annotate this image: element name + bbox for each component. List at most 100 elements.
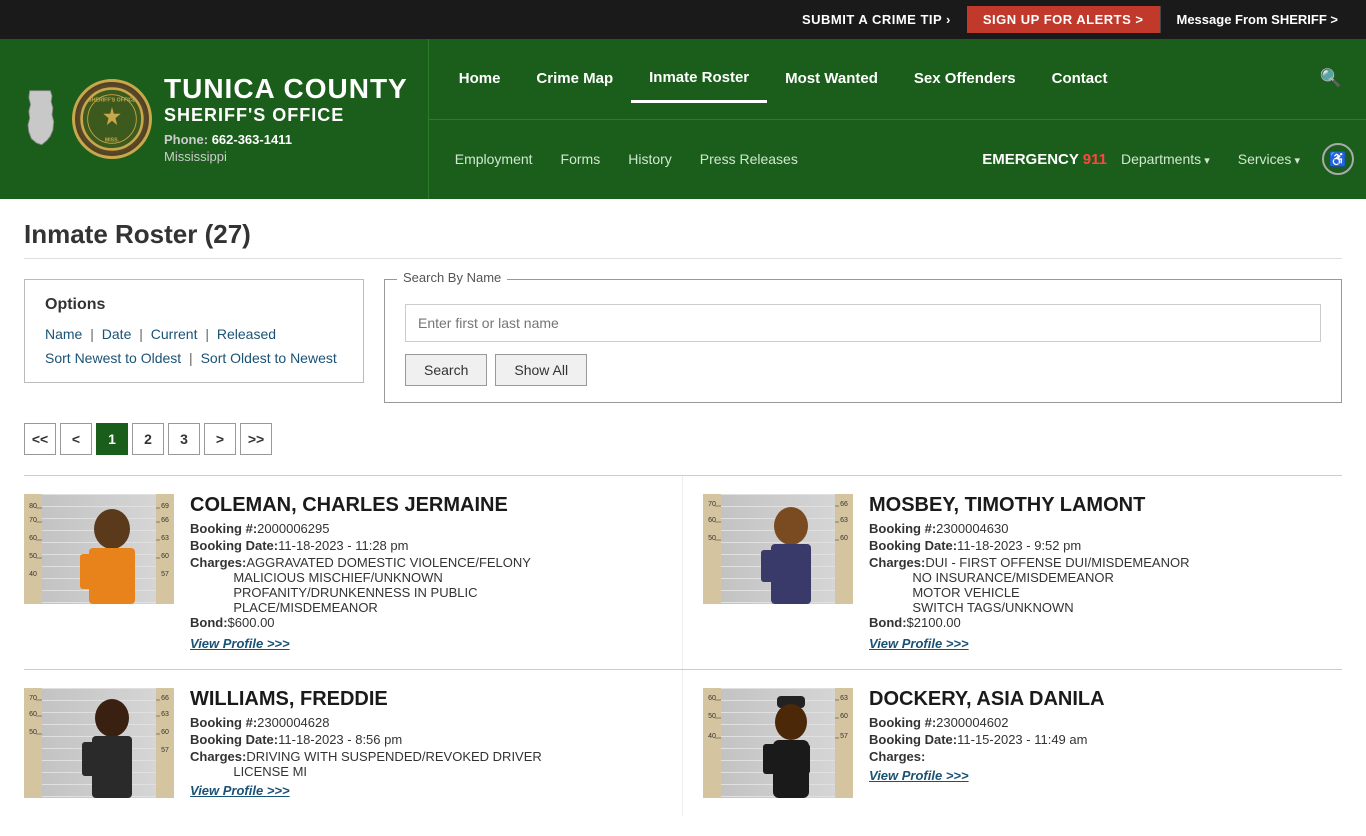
page-title: Inmate Roster (27) — [24, 219, 1342, 259]
inmate-name-mosbey: MOSBEY, TIMOTHY LAMONT — [869, 494, 1330, 517]
sheriff-message-link[interactable]: Message From SHERIFF > — [1160, 6, 1355, 33]
svg-text:40: 40 — [29, 571, 37, 578]
state-name: Mississippi — [164, 149, 408, 164]
view-profile-coleman[interactable]: View Profile >>> — [190, 636, 290, 651]
view-profile-dockery[interactable]: View Profile >>> — [869, 768, 969, 783]
department-seal: SHERIFF'S OFFICE MISS. — [72, 79, 152, 159]
inmate-entry-williams: 70 60 50 66 63 60 — [24, 670, 683, 816]
svg-text:66: 66 — [161, 517, 169, 524]
nav-home[interactable]: Home — [441, 56, 519, 101]
show-all-button[interactable]: Show All — [495, 354, 587, 386]
svg-text:60: 60 — [840, 535, 848, 542]
charges-coleman: Charges:AGGRAVATED DOMESTIC VIOLENCE/FEL… — [190, 555, 670, 615]
svg-text:63: 63 — [840, 695, 848, 702]
booking-num-coleman: Booking #:2000006295 — [190, 521, 670, 536]
svg-text:69: 69 — [161, 503, 169, 510]
booking-date-coleman: Booking Date:11-18-2023 - 11:28 pm — [190, 538, 670, 553]
search-button[interactable]: 🔍 — [1308, 60, 1354, 97]
search-legend: Search By Name — [397, 270, 507, 285]
svg-text:57: 57 — [161, 747, 169, 754]
page-first[interactable]: << — [24, 423, 56, 455]
svg-text:50: 50 — [708, 535, 716, 542]
search-box: Search By Name Search Show All — [384, 279, 1342, 403]
svg-text:80: 80 — [29, 503, 37, 510]
sign-up-alerts-link[interactable]: SIGN UP FOR ALERTS > — [967, 6, 1160, 33]
svg-text:60: 60 — [29, 535, 37, 542]
emergency-label: EMERGENCY 911 — [982, 151, 1107, 168]
nav-press-releases[interactable]: Press Releases — [686, 141, 812, 177]
org-name-line2: SHERIFF'S OFFICE — [164, 105, 408, 126]
svg-text:60: 60 — [708, 695, 716, 702]
sort-oldest[interactable]: Sort Oldest to Newest — [201, 350, 337, 366]
nav-contact[interactable]: Contact — [1034, 56, 1126, 101]
view-profile-mosbey[interactable]: View Profile >>> — [869, 636, 969, 651]
options-box: Options Name | Date | Current | Released… — [24, 279, 364, 383]
options-links: Name | Date | Current | Released — [45, 326, 343, 342]
filter-current[interactable]: Current — [151, 326, 198, 342]
inmate-info-williams: WILLIAMS, FREDDIE Booking #:2300004628 B… — [190, 688, 670, 798]
search-submit-button[interactable]: Search — [405, 354, 487, 386]
pagination: << < 1 2 3 > >> — [24, 423, 1342, 455]
inmate-info-dockery: DOCKERY, ASIA DANILA Booking #:230000460… — [869, 688, 1330, 798]
main-nav: Home Crime Map Inmate Roster Most Wanted… — [429, 39, 1366, 199]
svg-text:66: 66 — [161, 695, 169, 702]
filter-name[interactable]: Name — [45, 326, 82, 342]
primary-nav: Home Crime Map Inmate Roster Most Wanted… — [429, 39, 1366, 120]
submit-tip-prefix: SUBMIT A — [802, 12, 872, 27]
inmate-name-coleman: COLEMAN, CHARLES JERMAINE — [190, 494, 670, 517]
inmate-entry-coleman: 80 70 60 50 40 69 — [24, 476, 683, 669]
svg-text:40: 40 — [708, 733, 716, 740]
nav-crime-map[interactable]: Crime Map — [518, 56, 631, 101]
inmate-name-dockery: DOCKERY, ASIA DANILA — [869, 688, 1330, 711]
inmate-entry-dockery: 60 50 40 63 60 — [683, 670, 1342, 816]
inmate-info-coleman: COLEMAN, CHARLES JERMAINE Booking #:2000… — [190, 494, 670, 651]
page-3[interactable]: 3 — [168, 423, 200, 455]
svg-text:60: 60 — [29, 711, 37, 718]
svg-text:60: 60 — [840, 713, 848, 720]
page-prev[interactable]: < — [60, 423, 92, 455]
page-1[interactable]: 1 — [96, 423, 128, 455]
nav-sex-offenders[interactable]: Sex Offenders — [896, 56, 1034, 101]
nav-history[interactable]: History — [614, 141, 686, 177]
svg-text:50: 50 — [29, 553, 37, 560]
page-next[interactable]: > — [204, 423, 236, 455]
nav-services[interactable]: Services — [1224, 141, 1314, 177]
submit-tip-link[interactable]: SUBMIT A CRIME TIP › — [786, 6, 967, 33]
nav-employment[interactable]: Employment — [441, 141, 547, 177]
accessibility-button[interactable]: ♿ — [1322, 143, 1354, 175]
charges-williams: Charges:DRIVING WITH SUSPENDED/REVOKED D… — [190, 749, 670, 779]
nav-forms[interactable]: Forms — [547, 141, 615, 177]
submit-tip-arrow: › — [942, 12, 951, 27]
charges-dockery: Charges: — [869, 749, 1330, 764]
svg-text:70: 70 — [29, 695, 37, 702]
charges-mosbey: Charges:DUI - FIRST OFFENSE DUI/MISDEMEA… — [869, 555, 1330, 615]
bond-coleman: Bond:$600.00 — [190, 615, 670, 630]
svg-text:50: 50 — [29, 729, 37, 736]
brand-area: SHERIFF'S OFFICE MISS. TUNICA COUNTY SHE… — [0, 39, 429, 199]
svg-text:60: 60 — [708, 517, 716, 524]
page-2[interactable]: 2 — [132, 423, 164, 455]
site-header: SHERIFF'S OFFICE MISS. TUNICA COUNTY SHE… — [0, 39, 1366, 199]
svg-text:70: 70 — [708, 501, 716, 508]
nav-most-wanted[interactable]: Most Wanted — [767, 56, 896, 101]
options-title: Options — [45, 296, 343, 314]
options-search-row: Options Name | Date | Current | Released… — [24, 279, 1342, 403]
inmate-photo-dockery: 60 50 40 63 60 — [703, 688, 853, 798]
page-last[interactable]: >> — [240, 423, 272, 455]
nav-departments[interactable]: Departments — [1107, 141, 1224, 177]
svg-text:50: 50 — [708, 713, 716, 720]
booking-date-williams: Booking Date:11-18-2023 - 8:56 pm — [190, 732, 670, 747]
nav-inmate-roster[interactable]: Inmate Roster — [631, 55, 767, 103]
svg-text:SHERIFF'S OFFICE: SHERIFF'S OFFICE — [88, 98, 136, 104]
submit-tip-highlight: CRIME TIP — [872, 12, 942, 27]
filter-date[interactable]: Date — [102, 326, 132, 342]
booking-date-dockery: Booking Date:11-15-2023 - 11:49 am — [869, 732, 1330, 747]
booking-num-mosbey: Booking #:2300004630 — [869, 521, 1330, 536]
search-input[interactable] — [405, 304, 1321, 342]
sort-links: Sort Newest to Oldest | Sort Oldest to N… — [45, 350, 343, 366]
booking-date-mosbey: Booking Date:11-18-2023 - 9:52 pm — [869, 538, 1330, 553]
filter-released[interactable]: Released — [217, 326, 276, 342]
view-profile-williams[interactable]: View Profile >>> — [190, 783, 290, 798]
booking-num-dockery: Booking #:2300004602 — [869, 715, 1330, 730]
sort-newest[interactable]: Sort Newest to Oldest — [45, 350, 181, 366]
